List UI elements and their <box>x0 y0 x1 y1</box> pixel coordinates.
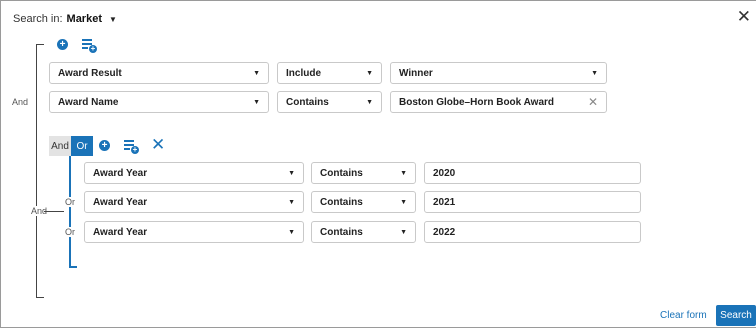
clear-icon[interactable]: ✕ <box>588 95 598 109</box>
chevron-down-icon: ▼ <box>591 69 598 77</box>
condition-operator-select[interactable]: Contains ▼ <box>311 191 416 213</box>
chevron-down-icon: ▼ <box>288 228 295 236</box>
inner-joiner-label: Or <box>65 197 75 207</box>
plus-circle-icon: + <box>99 140 110 151</box>
chevron-down-icon: ▼ <box>366 98 373 106</box>
close-icon: ✕ <box>151 135 166 154</box>
add-group-button[interactable]: + <box>82 38 97 53</box>
condition-field-select[interactable]: Award Year ▼ <box>84 162 304 184</box>
inner-add-condition-button[interactable]: + <box>99 140 110 151</box>
condition-field-select[interactable]: Award Year ▼ <box>84 221 304 243</box>
inner-add-group-button[interactable]: + <box>124 139 139 154</box>
chevron-down-icon: ▼ <box>400 198 407 206</box>
joiner-connector <box>44 211 64 212</box>
toggle-or-button[interactable]: Or <box>71 136 93 156</box>
chevron-down-icon: ▼ <box>253 98 260 106</box>
toggle-and-button[interactable]: And <box>49 136 71 156</box>
inner-bracket-bottom <box>69 266 77 268</box>
close-icon[interactable]: ✕ <box>737 8 751 25</box>
condition-value-input[interactable]: 2021 <box>424 191 641 213</box>
condition-field-select[interactable]: Award Year ▼ <box>84 191 304 213</box>
condition-value-select[interactable]: Winner ▼ <box>390 62 607 84</box>
condition-operator-select[interactable]: Contains ▼ <box>277 91 382 113</box>
chevron-down-icon: ▼ <box>400 228 407 236</box>
condition-operator-select[interactable]: Include ▼ <box>277 62 382 84</box>
search-in-value[interactable]: Market <box>67 13 102 25</box>
condition-value-input[interactable]: 2022 <box>424 221 641 243</box>
outer-bracket-top <box>36 44 44 45</box>
chevron-down-icon: ▼ <box>400 169 407 177</box>
outer-bracket-bottom <box>36 297 44 298</box>
add-condition-button[interactable]: + <box>57 39 68 50</box>
chevron-down-icon: ▼ <box>253 69 260 77</box>
outer-group-bracket <box>36 44 37 298</box>
inner-group-bracket <box>69 156 71 267</box>
chevron-down-icon: ▼ <box>288 169 295 177</box>
condition-field-select[interactable]: Award Name ▼ <box>49 91 269 113</box>
inner-joiner-label: Or <box>65 227 75 237</box>
remove-group-button[interactable]: ✕ <box>151 136 165 153</box>
search-in-selector[interactable]: Search in: Market ▼ <box>13 13 117 25</box>
chevron-down-icon: ▼ <box>109 14 117 24</box>
chevron-down-icon: ▼ <box>288 198 295 206</box>
outer-joiner-label: And <box>12 97 29 107</box>
condition-value-input[interactable]: 2020 <box>424 162 641 184</box>
condition-operator-select[interactable]: Contains ▼ <box>311 221 416 243</box>
condition-field-select[interactable]: Award Result ▼ <box>49 62 269 84</box>
clear-form-link[interactable]: Clear form <box>660 310 707 321</box>
list-add-icon: + <box>124 139 139 154</box>
condition-operator-select[interactable]: Contains ▼ <box>311 162 416 184</box>
condition-value-input[interactable]: Boston Globe–Horn Book Award ✕ <box>390 91 607 113</box>
chevron-down-icon: ▼ <box>366 69 373 77</box>
plus-circle-icon: + <box>57 39 68 50</box>
list-add-icon: + <box>82 38 97 53</box>
and-or-toggle[interactable]: And Or <box>49 136 93 156</box>
search-button[interactable]: Search <box>716 305 756 326</box>
search-in-label: Search in: <box>13 13 63 25</box>
